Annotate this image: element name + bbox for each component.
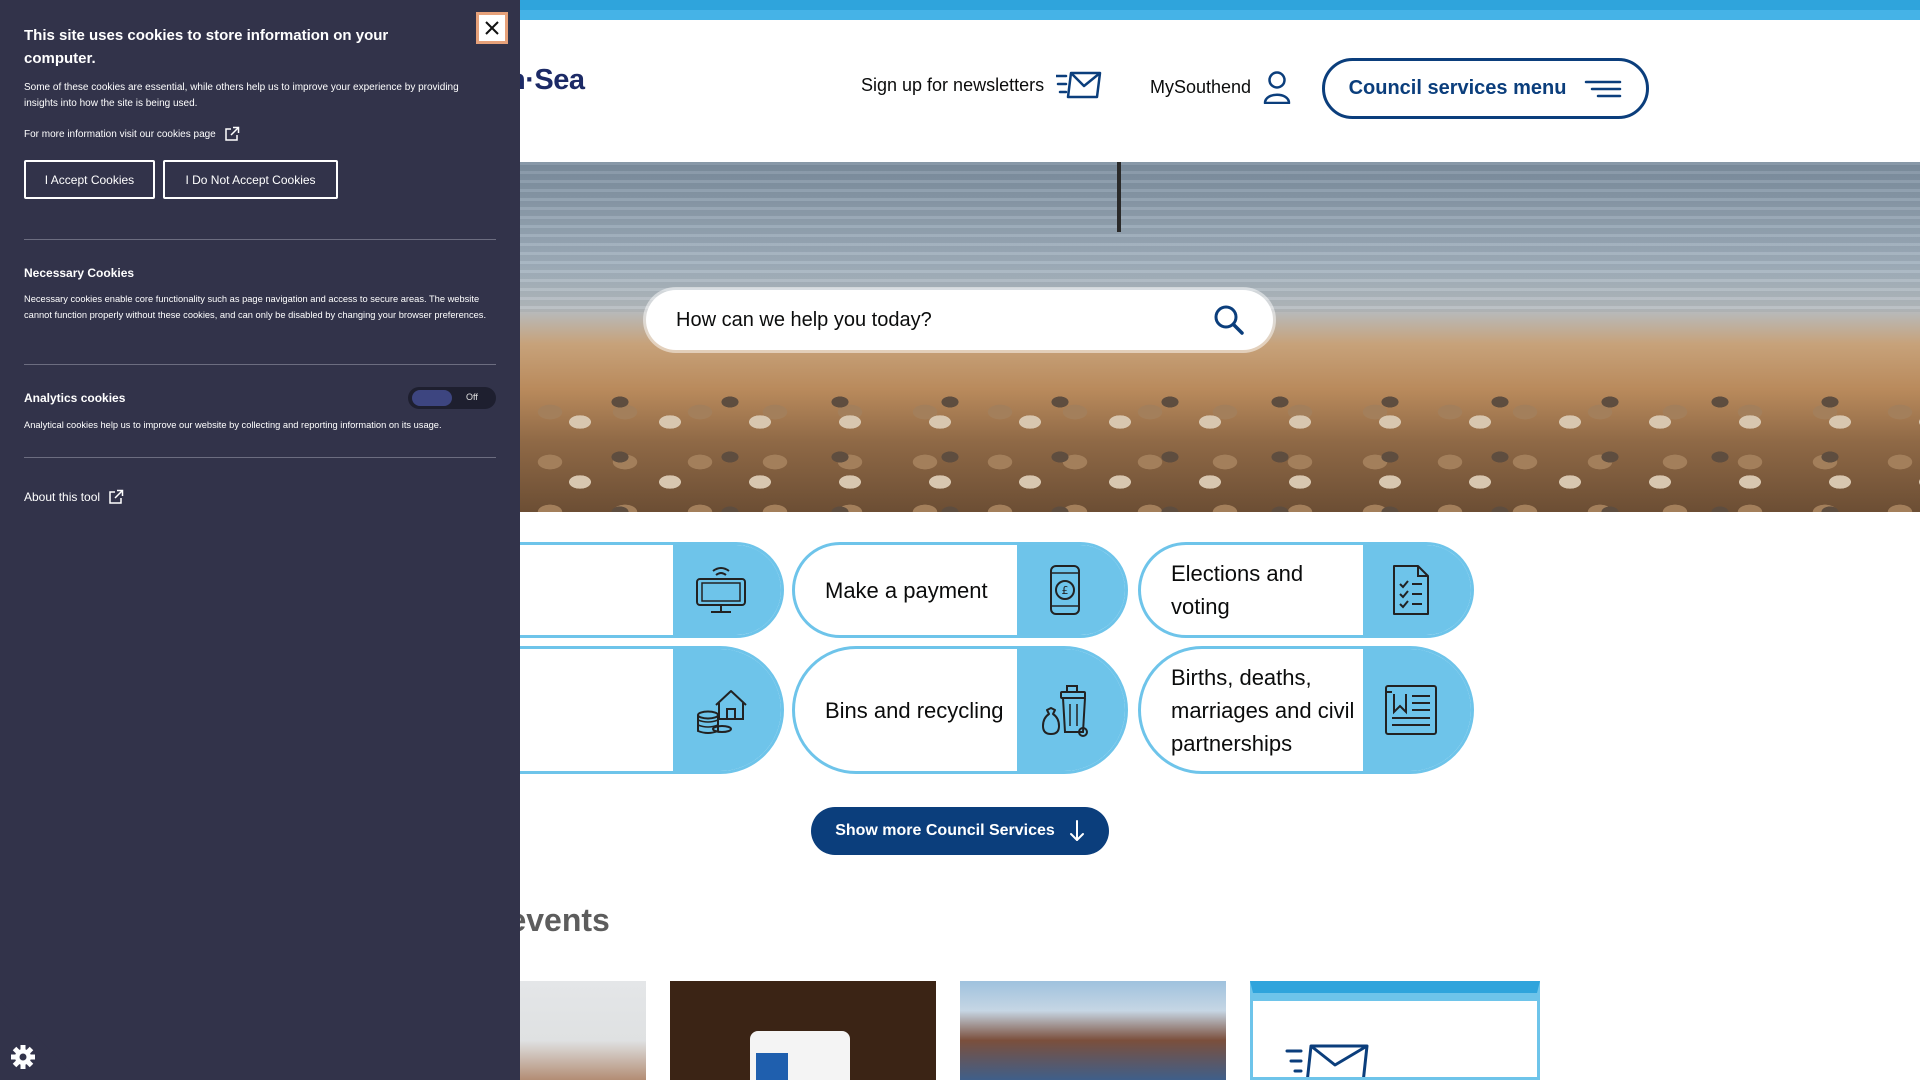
cookie-settings-button[interactable] [0, 1000, 80, 1080]
cookie-divider [24, 364, 496, 365]
service-tile-births-deaths[interactable]: Births, deaths, marriages and civil part… [1138, 646, 1474, 774]
news-card-image-3[interactable] [960, 981, 1226, 1080]
service-tile-make-payment[interactable]: Make a payment £ [792, 542, 1128, 638]
toggle-knob [412, 390, 452, 406]
phone-payment-icon: £ [1050, 565, 1080, 615]
cookie-divider [24, 239, 496, 240]
hero-pole [1117, 162, 1121, 232]
site-search [646, 290, 1273, 350]
newsletter-signup-link[interactable]: Sign up for newsletters [861, 70, 1102, 100]
user-icon [1263, 71, 1291, 104]
sign-board [750, 1031, 850, 1080]
about-tool-label: About this tool [24, 490, 101, 504]
house-coins-icon [697, 690, 747, 734]
close-icon [485, 21, 499, 35]
show-more-services-button[interactable]: Show more Council Services [811, 807, 1109, 855]
monitor-icon [696, 567, 746, 613]
newsletter-signup-label: Sign up for newsletters [861, 74, 1045, 95]
council-services-menu-label: Council services menu [1348, 77, 1567, 99]
newsletter-envelope-icon [1285, 1044, 1369, 1077]
external-link-icon [109, 489, 124, 504]
service-tile-label: Births, deaths, marriages and civil part… [1171, 664, 1355, 756]
checklist-icon [1393, 565, 1429, 615]
document-icon [1385, 685, 1437, 735]
cookie-consent-panel: This site uses cookies to store informat… [0, 0, 520, 1080]
service-tile-label: Make a payment [825, 577, 988, 603]
cookie-intro-text: Some of these cookies are essential, whi… [24, 82, 459, 109]
service-tile-label: Bins and recycling [825, 697, 1004, 723]
external-link-icon [225, 126, 239, 141]
accept-cookies-button[interactable]: I Accept Cookies [24, 160, 155, 199]
necessary-cookies-text: Necessary cookies enable core functional… [24, 294, 487, 320]
council-services-menu-button[interactable]: Council services menu [1322, 58, 1649, 119]
cookie-title: This site uses cookies to store informat… [24, 27, 389, 67]
service-tile-label: Elections and voting [1171, 561, 1304, 619]
service-tile-elections-voting[interactable]: Elections and voting [1138, 542, 1474, 638]
svg-text:£: £ [1062, 584, 1069, 597]
cookie-policy-label: For more information visit our cookies p… [24, 128, 216, 140]
mysouthend-label: MySouthend [1150, 76, 1252, 97]
bins-icon [1042, 685, 1088, 737]
cookie-close-button[interactable] [476, 12, 508, 44]
toggle-state-label: Off [466, 392, 478, 402]
cookie-policy-link[interactable]: For more information visit our cookies p… [24, 126, 240, 142]
necessary-cookies-heading: Necessary Cookies [24, 266, 135, 280]
search-icon[interactable] [1213, 304, 1245, 336]
wheelchair-icon [756, 1053, 788, 1080]
hamburger-icon [1585, 80, 1622, 97]
show-more-services-label: Show more Council Services [835, 822, 1055, 839]
news-card-image-2[interactable] [670, 981, 936, 1080]
newsletter-promo-card[interactable] [1250, 981, 1540, 1080]
envelope-icon [1056, 71, 1102, 99]
reject-cookies-button[interactable]: I Do Not Accept Cookies [163, 160, 338, 199]
about-tool-link[interactable]: About this tool [24, 489, 124, 505]
search-input[interactable] [676, 308, 1213, 332]
service-tile-bins-recycling[interactable]: Bins and recycling [792, 646, 1128, 774]
gear-icon [11, 1045, 35, 1069]
analytics-cookies-toggle[interactable]: Off [408, 387, 496, 409]
mysouthend-link[interactable]: MySouthend [1150, 70, 1291, 104]
analytics-cookies-heading: Analytics cookies [24, 391, 126, 405]
arrow-down-icon [1069, 820, 1084, 841]
cookie-divider [24, 457, 496, 458]
analytics-cookies-text: Analytical cookies help us to improve ou… [24, 420, 442, 430]
